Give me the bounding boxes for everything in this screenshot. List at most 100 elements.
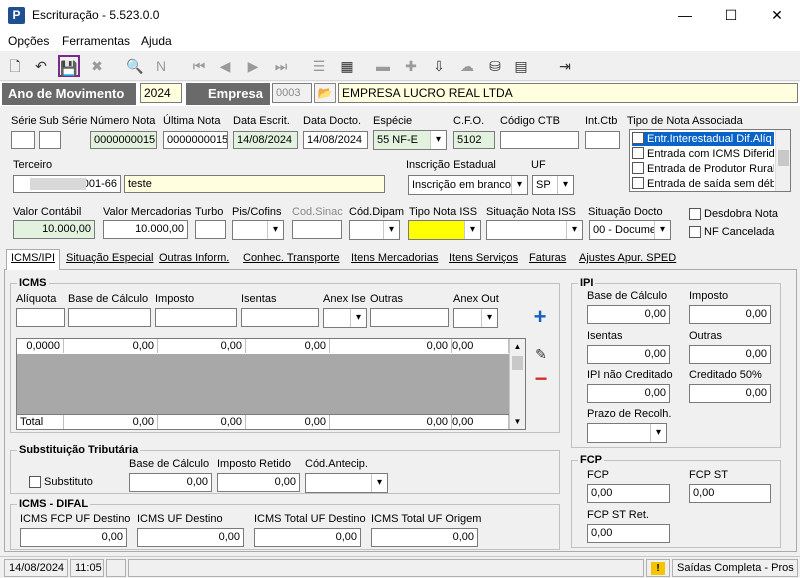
icms-outras-field[interactable] — [370, 308, 449, 327]
numero-nota-field[interactable]: 0000000015 — [90, 131, 157, 149]
tab-itens-mercadorias[interactable]: Itens Mercadorias — [347, 250, 442, 269]
scroll-up-icon[interactable]: ▲ — [510, 339, 525, 354]
nfe-icon[interactable]: N — [150, 55, 172, 77]
list-item[interactable]: Entrada com ICMS Diferido — [632, 147, 774, 161]
tipo-nota-iss-select[interactable] — [408, 220, 481, 240]
tipo-nota-list[interactable]: Entr.Interestadual Dif.Alíq Entrada com … — [629, 129, 791, 192]
puzzle-icon[interactable]: ✚ — [400, 55, 422, 77]
calculator-icon[interactable]: ▦ — [336, 55, 358, 77]
difal-fcp-field[interactable]: 0,00 — [20, 528, 127, 547]
int-ctb-field[interactable] — [585, 131, 620, 149]
list-item[interactable]: Entrada de Produtor Rural — [632, 162, 774, 176]
st-base-field[interactable]: 0,00 — [129, 473, 212, 492]
ano-field[interactable]: 2024 — [140, 83, 182, 103]
situacao-nota-iss-select[interactable] — [486, 220, 583, 240]
new-document-icon[interactable]: 🗋 — [4, 55, 26, 77]
fcp-st-ret-field[interactable]: 0,00 — [587, 524, 670, 543]
tab-situacao-especial[interactable]: Situação Especial — [62, 250, 157, 269]
aliquota-field[interactable] — [16, 308, 65, 327]
cod-antecip-select[interactable] — [305, 473, 388, 493]
especie-select[interactable]: 55 NF-E — [373, 130, 447, 150]
tab-outras-inform[interactable]: Outras Inform. — [155, 250, 233, 269]
empresa-code-field[interactable]: 0003 — [272, 83, 312, 103]
menu-ajuda[interactable]: Ajuda — [141, 34, 172, 48]
difal-total-dest-field[interactable]: 0,00 — [254, 528, 361, 547]
valor-contabil-field[interactable]: 10.000,00 — [13, 220, 95, 239]
edit-icon[interactable]: ✎ — [530, 346, 552, 366]
codigo-ctb-field[interactable] — [500, 131, 579, 149]
terceiro-code-field[interactable]: 0001-66 — [13, 175, 121, 193]
ultima-nota-field[interactable]: 0000000015 — [163, 131, 228, 149]
list-item[interactable]: Entrada de saída sem débi — [632, 177, 774, 191]
menu-ferramentas[interactable]: Ferramentas — [62, 34, 130, 48]
cfo-field[interactable]: 5102 — [453, 131, 495, 149]
scroll-thumb[interactable] — [512, 356, 523, 370]
situacao-docto-select[interactable]: 00 - Documen — [589, 220, 671, 240]
ipi-outras-field[interactable]: 0,00 — [689, 345, 771, 364]
difal-total-orig-field[interactable]: 0,00 — [371, 528, 478, 547]
tab-conhec-transporte[interactable]: Conhec. Transporte — [239, 250, 344, 269]
exit-icon[interactable]: ⇥ — [554, 55, 576, 77]
difal-uf-dest-field[interactable]: 0,00 — [137, 528, 244, 547]
prazo-recolh-select[interactable] — [587, 423, 667, 443]
previous-record-icon[interactable]: ◀ — [214, 55, 236, 77]
anex-ise-select[interactable] — [323, 308, 367, 328]
cod-dipam-select[interactable] — [349, 220, 400, 240]
undo-icon[interactable]: ↶ — [30, 55, 52, 77]
ipi-isentas-field[interactable]: 0,00 — [587, 345, 670, 364]
empresa-name-field[interactable]: EMPRESA LUCRO REAL LTDA — [338, 83, 798, 103]
close-button[interactable]: ✕ — [754, 0, 800, 31]
scroll-down-icon[interactable]: ▼ — [510, 414, 525, 429]
ipi-imposto-field[interactable]: 0,00 — [689, 305, 771, 324]
tab-faturas[interactable]: Faturas — [525, 250, 570, 269]
st-imposto-field[interactable]: 0,00 — [217, 473, 300, 492]
folder-icon[interactable]: ▬ — [372, 55, 394, 77]
desdobra-nota-checkbox[interactable] — [689, 208, 701, 220]
open-folder-icon[interactable]: 📂 — [314, 83, 336, 103]
save-icon[interactable]: 💾 — [58, 55, 80, 77]
tab-itens-servicos[interactable]: Itens Serviços — [445, 250, 522, 269]
tree-icon[interactable]: ☰ — [308, 55, 330, 77]
list-scrollbar[interactable] — [775, 130, 790, 191]
list-item[interactable]: Entr.Interestadual Dif.Alíq — [632, 132, 774, 146]
menu-opcoes[interactable]: Opções — [8, 34, 49, 48]
terceiro-name-field[interactable]: teste — [124, 175, 385, 193]
grid-icon[interactable]: ▤ — [510, 55, 532, 77]
import-icon[interactable]: ⇩ — [428, 55, 450, 77]
icms-base-field[interactable] — [68, 308, 151, 327]
print-preview-icon[interactable]: 🔍 — [124, 55, 146, 77]
anex-out-select[interactable] — [453, 308, 498, 328]
valor-mercadorias-field[interactable]: 10.000,00 — [103, 220, 188, 239]
maximize-button[interactable]: ☐ — [708, 0, 754, 31]
fcp-st-field[interactable]: 0,00 — [689, 484, 771, 503]
last-record-icon[interactable]: ⏭ — [270, 55, 292, 77]
first-record-icon[interactable]: ⏮ — [188, 55, 210, 77]
icms-isentas-field[interactable] — [241, 308, 319, 327]
add-icon[interactable]: + — [528, 306, 552, 328]
cib-icon[interactable]: ⛁ — [484, 55, 506, 77]
cloud-icon[interactable]: ☁ — [456, 55, 478, 77]
pis-cofins-select[interactable] — [232, 220, 284, 240]
tab-ajustes-apur-sped[interactable]: Ajustes Apur. SPED — [575, 250, 680, 269]
icms-grid[interactable]: 0,0000 0,00 0,00 0,00 0,00 0,00 Total 0,… — [16, 338, 526, 430]
cod-sinac-field[interactable] — [292, 220, 342, 239]
next-record-icon[interactable]: ▶ — [242, 55, 264, 77]
serie-field[interactable] — [11, 131, 35, 149]
delete-icon[interactable]: ✖ — [86, 55, 108, 77]
grid-scrollbar[interactable]: ▲ ▼ — [509, 339, 525, 429]
data-docto-field[interactable]: 14/08/2024 — [303, 131, 368, 149]
minimize-button[interactable]: — — [662, 0, 708, 31]
sub-serie-field[interactable] — [39, 131, 61, 149]
nf-cancelada-checkbox[interactable] — [689, 226, 701, 238]
table-row[interactable]: 0,0000 0,00 0,00 0,00 0,00 0,00 — [17, 339, 509, 354]
ipi-creditado-50-field[interactable]: 0,00 — [689, 384, 771, 403]
inscricao-select[interactable]: Inscrição em branco — [408, 175, 528, 195]
data-escrit-field[interactable]: 14/08/2024 — [233, 131, 298, 149]
remove-icon[interactable]: − — [530, 368, 552, 390]
ipi-nao-creditado-field[interactable]: 0,00 — [587, 384, 670, 403]
uf-select[interactable]: SP — [532, 175, 574, 195]
icms-imposto-field[interactable] — [155, 308, 237, 327]
tab-icms-ipi[interactable]: ICMS/IPI — [6, 249, 61, 270]
turbo-field[interactable] — [195, 220, 226, 239]
fcp-field[interactable]: 0,00 — [587, 484, 670, 503]
